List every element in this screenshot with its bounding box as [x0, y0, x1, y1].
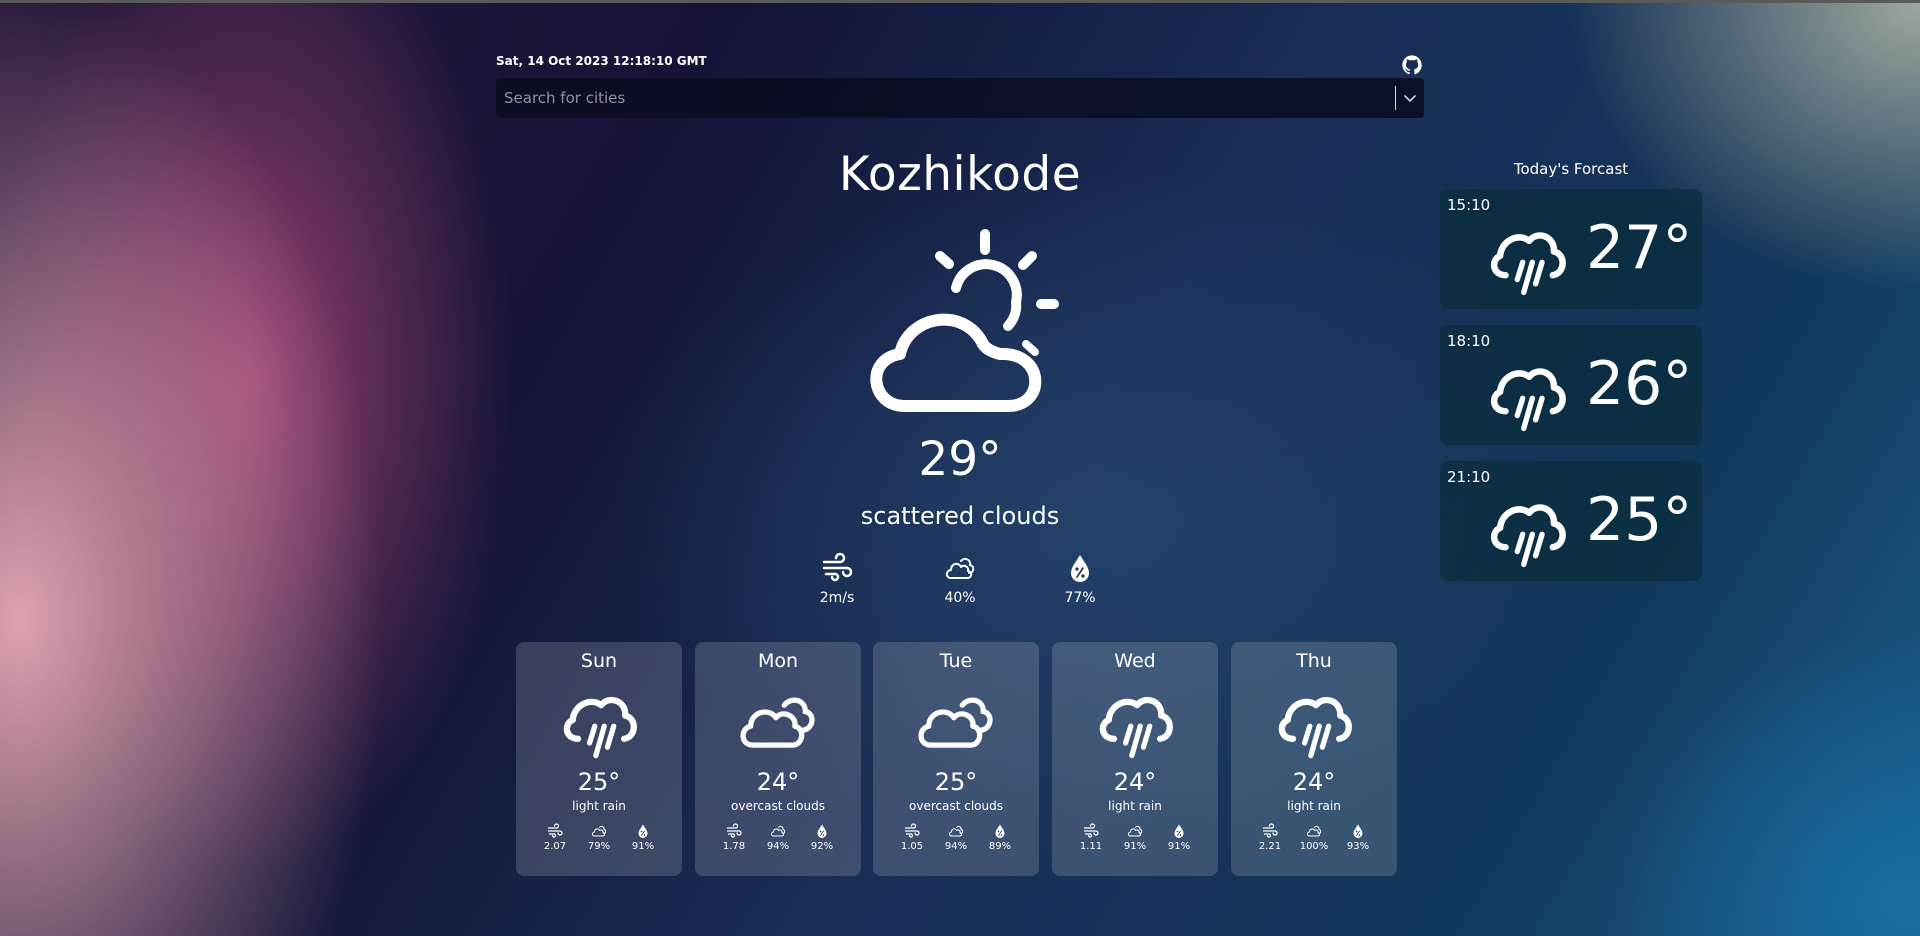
- clouds-stat: 40%: [915, 552, 1005, 606]
- cloud-icon: [1306, 823, 1322, 839]
- wind-icon: [726, 823, 742, 839]
- day-clouds: 79%: [587, 841, 611, 852]
- daily-card-wed[interactable]: Wed 24° light rain 1.11 91% 91%: [1052, 642, 1218, 876]
- dropdown-toggle[interactable]: [1396, 78, 1424, 118]
- day-humidity: 91%: [631, 841, 655, 852]
- day-humidity: 91%: [1167, 841, 1191, 852]
- day-humidity: 92%: [810, 841, 834, 852]
- day-temperature: 24°: [1113, 768, 1157, 796]
- partly-cloudy-sun-icon: [870, 229, 1059, 412]
- daily-card-sun[interactable]: Sun 25° light rain 2.07 79% 91%: [516, 642, 682, 876]
- rain-icon: [557, 680, 641, 764]
- day-wind: 2.21: [1258, 841, 1282, 852]
- day-clouds: 100%: [1299, 841, 1329, 852]
- todays-forecast-title: Today's Forcast: [1513, 160, 1629, 178]
- forecast-temperature: 27°: [1586, 213, 1693, 283]
- chevron-down-icon: [1404, 95, 1416, 103]
- day-name: Thu: [1296, 650, 1332, 672]
- github-icon[interactable]: [1401, 54, 1423, 76]
- daily-card-tue[interactable]: Tue 25° overcast clouds 1.05 94% 89%: [873, 642, 1039, 876]
- clouds-value: 40%: [944, 590, 976, 606]
- wind-icon: [904, 823, 920, 839]
- humidity-icon: [1171, 823, 1187, 839]
- humidity-icon: [635, 823, 651, 839]
- day-name: Mon: [757, 650, 799, 672]
- rain-icon: [1484, 351, 1570, 437]
- clouds-icon: [914, 680, 998, 764]
- rain-icon: [1093, 680, 1177, 764]
- forecast-temperature: 25°: [1586, 485, 1693, 555]
- forecast-time: 15:10: [1447, 196, 1491, 214]
- cloud-icon: [770, 823, 786, 839]
- rain-icon: [1484, 215, 1570, 301]
- day-temperature: 25°: [934, 768, 978, 796]
- wind-icon: [1083, 823, 1099, 839]
- day-temperature: 24°: [756, 768, 800, 796]
- day-temperature: 24°: [1292, 768, 1336, 796]
- wind-value: 2m/s: [819, 590, 855, 606]
- humidity-icon: [814, 823, 830, 839]
- day-wind: 1.05: [900, 841, 924, 852]
- forecast-time: 21:10: [1447, 468, 1491, 486]
- current-datetime: Sat, 14 Oct 2023 12:18:10 GMT: [496, 54, 707, 68]
- forecast-time: 18:10: [1447, 332, 1491, 350]
- humidity-icon: [992, 823, 1008, 839]
- day-clouds: 91%: [1123, 841, 1147, 852]
- cloud-icon: [591, 823, 607, 839]
- day-description: overcast clouds: [909, 799, 1003, 813]
- rain-icon: [1484, 487, 1570, 573]
- forecast-temperature: 26°: [1586, 349, 1693, 419]
- day-name: Tue: [939, 650, 973, 672]
- wind-icon: [1262, 823, 1278, 839]
- window-top-border: [0, 0, 1920, 3]
- humidity-value: 77%: [1064, 590, 1096, 606]
- day-clouds: 94%: [766, 841, 790, 852]
- day-name: Sun: [580, 650, 618, 672]
- humidity-icon: [1350, 823, 1366, 839]
- wind-icon: [821, 552, 853, 584]
- day-temperature: 25°: [577, 768, 621, 796]
- daily-card-mon[interactable]: Mon 24° overcast clouds 1.78 94% 92%: [695, 642, 861, 876]
- day-wind: 1.11: [1079, 841, 1103, 852]
- cloud-icon: [948, 823, 964, 839]
- hourly-forecast-card[interactable]: 18:10 26°: [1440, 325, 1702, 445]
- humidity-stat: 77%: [1035, 552, 1125, 606]
- search-input[interactable]: Search for cities: [496, 89, 1395, 107]
- day-humidity: 93%: [1346, 841, 1370, 852]
- hourly-forecast-card[interactable]: 15:10 27°: [1440, 189, 1702, 309]
- day-name: Wed: [1114, 650, 1156, 672]
- day-wind: 2.07: [543, 841, 567, 852]
- day-description: light rain: [1108, 799, 1162, 813]
- day-wind: 1.78: [722, 841, 746, 852]
- day-clouds: 94%: [944, 841, 968, 852]
- wind-stat: 2m/s: [792, 552, 882, 606]
- day-description: light rain: [1287, 799, 1341, 813]
- cloud-icon: [1127, 823, 1143, 839]
- daily-card-thu[interactable]: Thu 24° light rain 2.21 100% 93%: [1231, 642, 1397, 876]
- humidity-icon: [1064, 552, 1096, 584]
- cloud-icon: [944, 552, 976, 584]
- day-description: light rain: [572, 799, 626, 813]
- city-search[interactable]: Search for cities: [496, 78, 1424, 118]
- hourly-forecast-card[interactable]: 21:10 25°: [1440, 461, 1702, 581]
- wind-icon: [547, 823, 563, 839]
- day-humidity: 89%: [988, 841, 1012, 852]
- day-description: overcast clouds: [731, 799, 825, 813]
- rain-icon: [1272, 680, 1356, 764]
- clouds-icon: [736, 680, 820, 764]
